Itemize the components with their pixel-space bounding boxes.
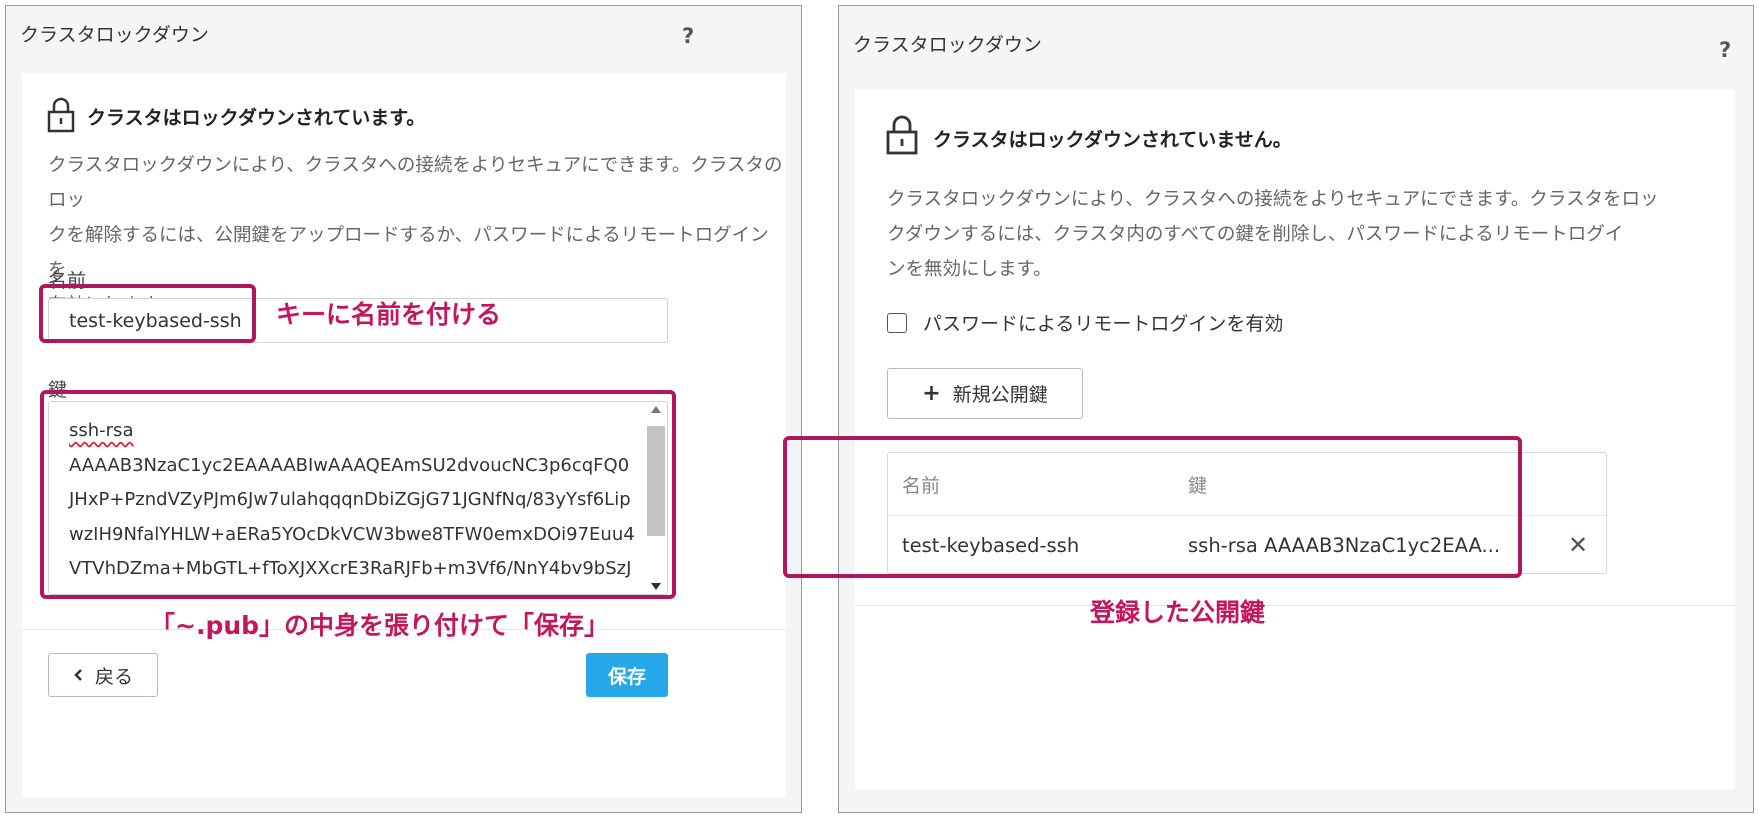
- scroll-thumb[interactable]: [647, 426, 665, 536]
- key-content: ssh-rsa AAAAB3NzaC1yc2EAAAABIwAAAQEAmSU2…: [69, 420, 635, 594]
- lock-icon: [47, 97, 75, 133]
- chevron-left-icon: [74, 669, 82, 681]
- public-key-table: 名前 鍵 test-keybased-ssh ssh-rsa AAAAB3Nza…: [887, 452, 1607, 574]
- panel-title: クラスタロックダウン: [853, 34, 1042, 56]
- close-icon[interactable]: ✕: [1568, 531, 1588, 559]
- column-name-header: 名前: [902, 475, 941, 497]
- panel-title: クラスタロックダウン: [20, 24, 209, 46]
- key-textarea[interactable]: ssh-rsa AAAAB3NzaC1yc2EAAAABIwAAAQEAmSU2…: [48, 401, 668, 595]
- paste-annotation: 「~.pub」の中身を張り付けて「保存」: [150, 611, 610, 640]
- key-label: 鍵: [48, 379, 68, 401]
- footer-divider: [855, 605, 1735, 606]
- back-button[interactable]: 戻る: [48, 653, 158, 697]
- new-public-key-button[interactable]: + 新規公開鍵: [887, 368, 1083, 419]
- password-login-label[interactable]: パスワードによるリモートログインを有効: [923, 309, 1283, 336]
- lock-icon: [886, 115, 918, 155]
- save-button[interactable]: 保存: [586, 653, 668, 697]
- lockdown-card: クラスタはロックダウンされていません。 クラスタロックダウンにより、クラスタへの…: [855, 89, 1735, 789]
- table-header: 名前 鍵: [888, 453, 1606, 516]
- left-lockdown-panel: クラスタロックダウン ? クラスタはロックダウンされています。 クラスタロックダ…: [5, 5, 802, 813]
- plus-icon: +: [922, 381, 941, 406]
- lockdown-status: クラスタはロックダウンされています。: [87, 107, 426, 129]
- registered-annotation: 登録した公開鍵: [1090, 598, 1266, 627]
- row-key-name: test-keybased-ssh: [902, 534, 1080, 557]
- textarea-scrollbar[interactable]: [647, 406, 665, 590]
- description: クラスタロックダウンにより、クラスタへの接続をよりセキュアにできます。クラスタを…: [887, 189, 1659, 280]
- column-key-header: 鍵: [1188, 475, 1208, 497]
- scroll-down-icon[interactable]: [651, 583, 661, 590]
- help-icon[interactable]: ?: [1719, 38, 1731, 62]
- right-lockdown-panel: クラスタロックダウン ? クラスタはロックダウンされていません。 クラスタロック…: [838, 5, 1754, 813]
- name-label: 名前: [48, 270, 87, 292]
- help-icon[interactable]: ?: [682, 24, 694, 48]
- lockdown-status: クラスタはロックダウンされていません。: [933, 129, 1292, 151]
- scroll-up-icon[interactable]: [651, 406, 661, 413]
- name-annotation: キーに名前を付ける: [276, 300, 502, 329]
- lockdown-card: クラスタはロックダウンされています。 クラスタロックダウンにより、クラスタへの接…: [22, 73, 786, 798]
- row-key-value: ssh-rsa AAAAB3NzaC1yc2EAA...: [1188, 534, 1501, 557]
- password-login-checkbox[interactable]: [887, 313, 907, 333]
